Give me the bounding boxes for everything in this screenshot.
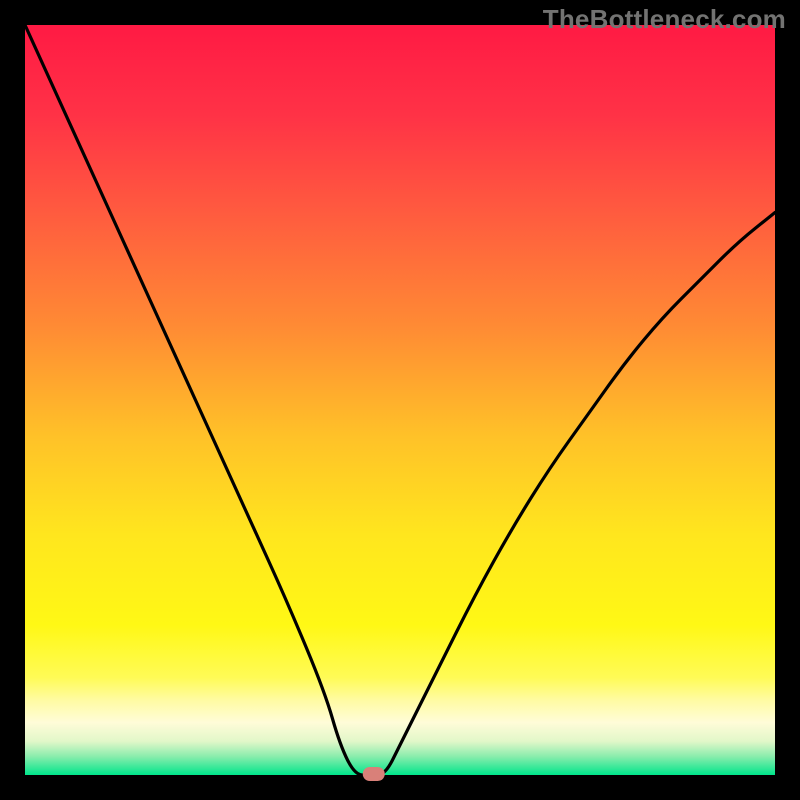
chart-frame: TheBottleneck.com bbox=[0, 0, 800, 800]
watermark-text: TheBottleneck.com bbox=[543, 4, 786, 35]
bottleneck-chart bbox=[0, 0, 800, 800]
plot-area bbox=[25, 25, 775, 775]
optimal-marker bbox=[363, 767, 385, 781]
